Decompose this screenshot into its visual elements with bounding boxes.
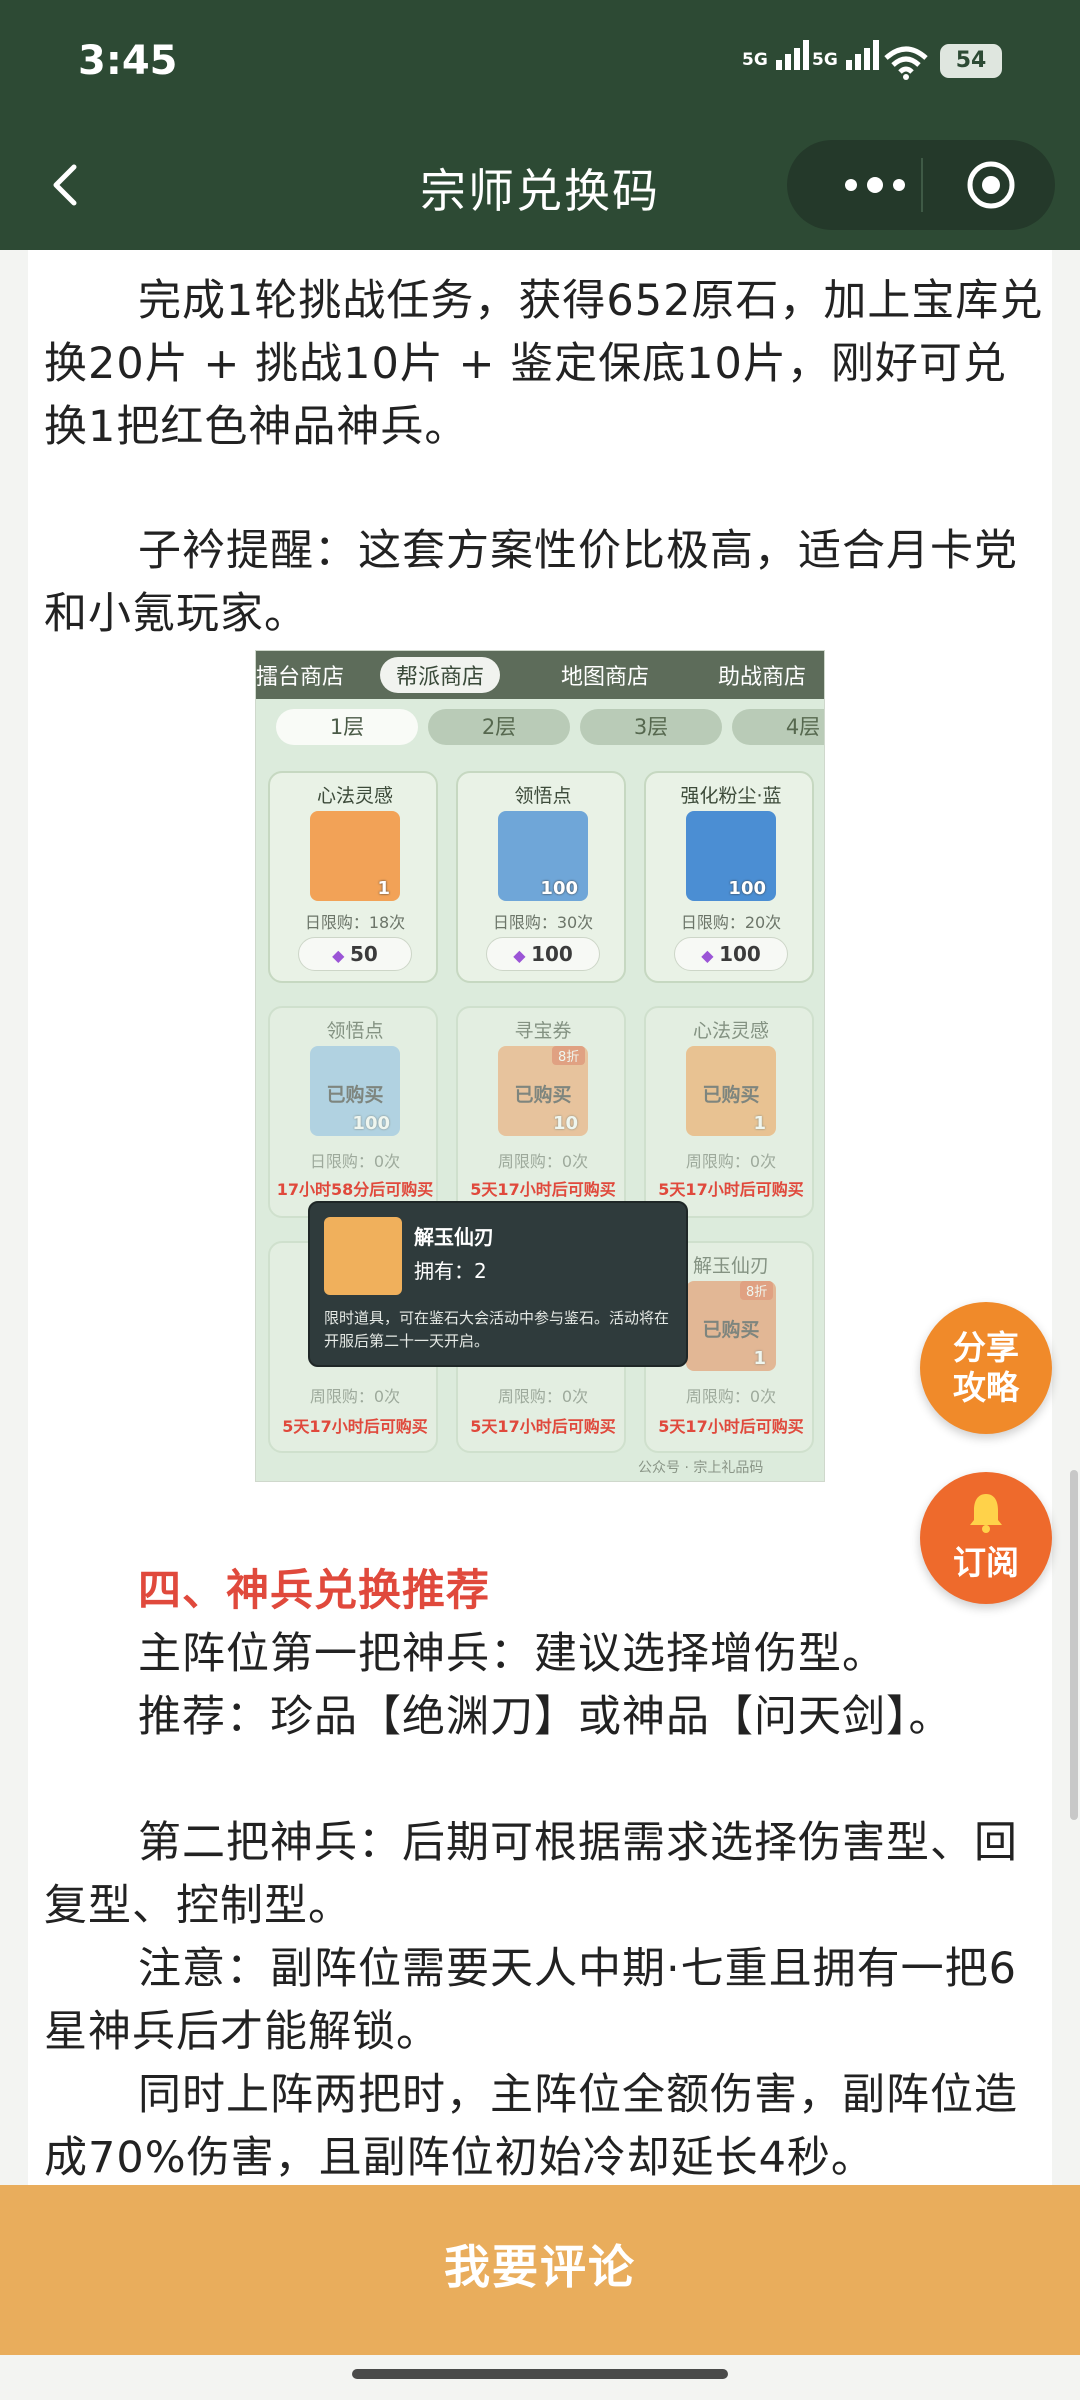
battery-icon: 54: [940, 44, 1002, 78]
subscribe-button[interactable]: 订阅: [920, 1472, 1052, 1604]
price-button: ◆ 100: [486, 937, 600, 971]
bell-icon: [970, 1494, 1002, 1533]
restock-label-wrap: 5天17小时后可购买: [658, 1180, 804, 1199]
article-content: 完成1轮挑战任务，获得652原石，加上宝库兑换20片 + 挑战10片 + 鉴定保…: [28, 250, 1052, 2185]
restock-label-wrap: 5天17小时后可购买: [470, 1180, 616, 1199]
shop-tab-bar: 擂台商店 帮派商店 地图商店 助战商店: [256, 651, 824, 699]
home-indicator[interactable]: [352, 2369, 728, 2379]
comment-button[interactable]: 我要评论: [0, 2231, 1080, 2297]
floor-tab: 2层: [428, 709, 570, 745]
price-button: ◆ 50: [298, 937, 412, 971]
gesture-bar: [0, 2355, 1080, 2400]
paragraph: 完成1轮挑战任务，获得652原石，加上宝库兑换20片 + 挑战10片 + 鉴定保…: [44, 276, 1044, 452]
top-bar: 3:45 5G 5G 54 宗师兑换码: [0, 0, 1080, 250]
shop-tab: 地图商店: [561, 665, 650, 690]
share-label: 攻略: [953, 1368, 1019, 1407]
blade-icon: [324, 1217, 402, 1295]
paragraph: 同时上阵两把时，主阵位全额伤害，副阵位造成70%伤害，且副阵位初始冷却延长4秒。: [44, 2070, 1018, 2183]
price-button: ◆ 100: [674, 937, 788, 971]
item-tooltip: 解玉仙刃 拥有：2 限时道具，可在鉴石大会活动中参与鉴石。活动将在开服后第二十一…: [308, 1201, 688, 1367]
gem-icon: ◆: [332, 946, 351, 965]
comment-bar[interactable]: 我要评论: [0, 2185, 1080, 2355]
paragraph: 注意：副阵位需要天人中期·七重且拥有一把6星神兵后才能解锁。: [44, 1944, 1018, 2057]
signal-icon-2: 5G: [812, 40, 882, 70]
shop-item-card: 强化粉尘·蓝 100 日限购：20次 ◆ 100: [644, 771, 814, 983]
shop-screenshot-image[interactable]: 擂台商店 帮派商店 地图商店 助战商店 1层 2层 3层 4层 心法灵感 1 日…: [255, 650, 825, 1482]
shop-tab-active: 帮派商店: [380, 657, 501, 693]
floor-tab-active: 1层: [276, 709, 418, 745]
subscribe-label: 订阅: [953, 1543, 1019, 1582]
paragraph: 推荐：珍品【绝渊刀】或神品【问天剑】。: [138, 1692, 953, 1742]
nav-header: 宗师兑换码: [0, 125, 1080, 250]
signal-icon: 5G: [742, 40, 812, 70]
gem-icon: ◆: [513, 946, 532, 965]
status-bar: 3:45 5G 5G 54: [0, 0, 1080, 125]
close-target-icon[interactable]: [951, 160, 1031, 210]
gem-icon: ◆: [701, 946, 720, 965]
mini-program-capsule: [787, 140, 1055, 230]
floor-tabs: 1层 2层 3层 4层: [276, 709, 824, 749]
image-watermark: 公众号 · 宗上礼品码: [638, 1460, 764, 1476]
signal-label-2: 5G: [812, 50, 838, 70]
restock-label-wrap: 17小时58分后可购买: [276, 1180, 434, 1199]
section-heading: 四、神兵兑换推荐: [138, 1566, 490, 1616]
wifi-icon: [884, 46, 928, 80]
shop-item-card: 领悟点 100 日限购：30次 ◆ 100: [456, 771, 626, 983]
floor-tab: 4层: [732, 709, 824, 745]
paragraph: 子衿提醒：这套方案性价比极高，适合月卡党和小氪玩家。: [44, 526, 1018, 639]
paragraph: 第二把神兵：后期可根据需求选择伤害型、回复型、控制型。: [44, 1818, 1018, 1931]
shop-tab: 擂台商店: [256, 665, 345, 690]
shop-item-card: 心法灵感 1 日限购：18次 ◆ 50: [268, 771, 438, 983]
capsule-divider: [921, 158, 923, 212]
status-time: 3:45: [78, 38, 178, 84]
scrollbar[interactable]: [1070, 1470, 1078, 1820]
share-guide-button[interactable]: 分享 攻略: [920, 1302, 1052, 1434]
more-icon[interactable]: [825, 165, 935, 205]
share-label: 分享: [953, 1328, 1019, 1367]
floor-tab: 3层: [580, 709, 722, 745]
paragraph: 主阵位第一把神兵：建议选择增伤型。: [138, 1629, 886, 1679]
shop-tab: 助战商店: [718, 665, 807, 690]
signal-label: 5G: [742, 50, 768, 70]
